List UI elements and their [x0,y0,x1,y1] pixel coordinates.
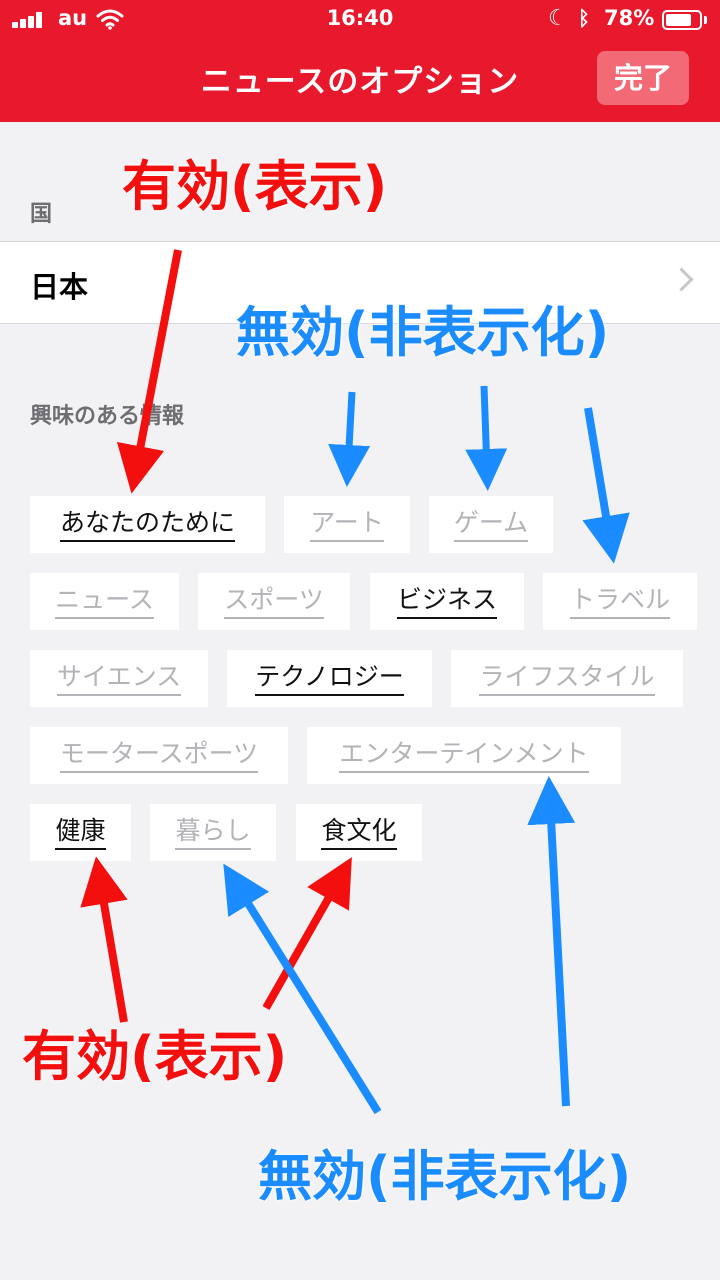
annotation-arrow-disabled [328,391,371,487]
annotation-disabled-label: 無効(非表示化) [236,301,610,364]
annotation-enabled-label: 有効(表示) [22,1025,288,1088]
annotation-arrow-enabled [80,856,128,1023]
annotation-disabled-label: 無効(非表示化) [258,1145,632,1208]
annotation-arrow-disabled [582,407,630,564]
annotation-arrow-disabled [465,385,508,491]
annotation-enabled-label: 有効(表示) [122,155,388,218]
annotation-arrow-enabled [116,249,182,494]
annotation-arrow-disabled [527,776,576,1107]
